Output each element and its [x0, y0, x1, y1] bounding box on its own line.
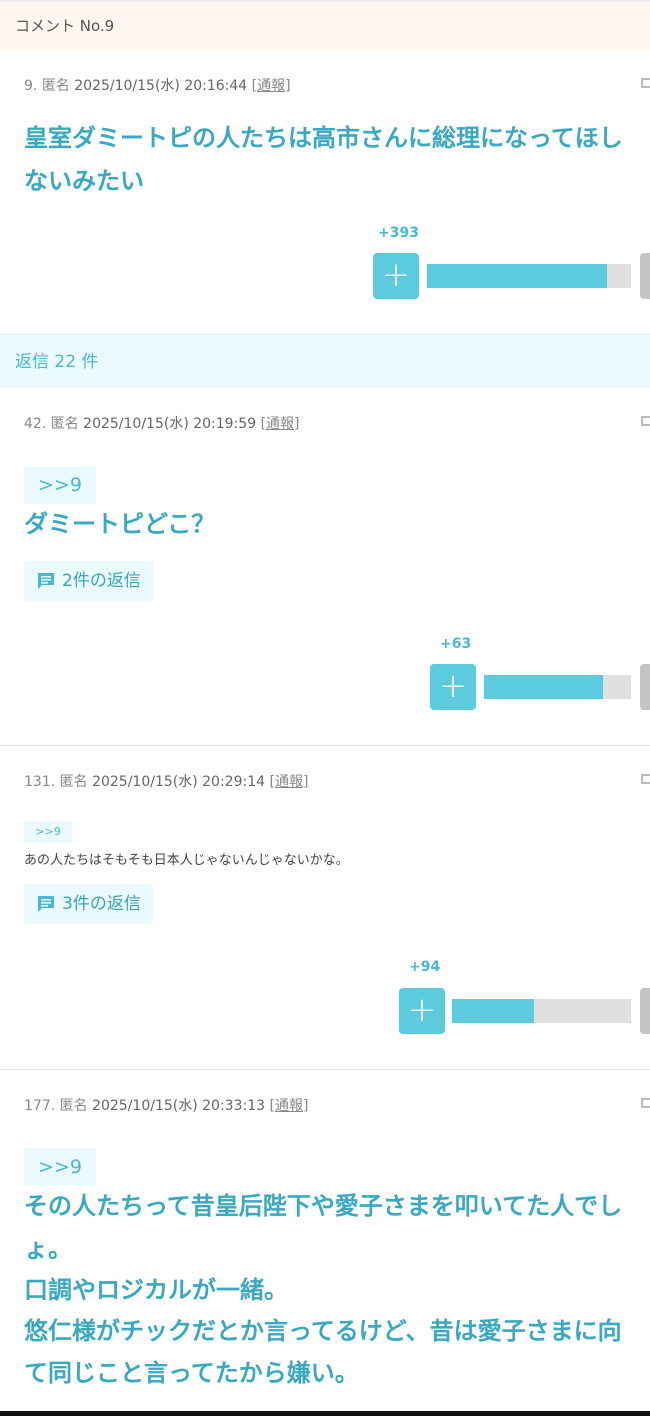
anchor-link[interactable]: >>9 — [24, 1148, 96, 1186]
comment-meta: 42. 匿名 2025/10/15(水) 20:19:59 [通報] — [24, 413, 300, 433]
replies-label: 3件の返信 — [62, 894, 141, 914]
comment-body-line: て同じこと言ってたから嫌い。 — [24, 1359, 359, 1387]
minus-vote-button[interactable] — [640, 253, 650, 299]
report-link[interactable]: [通報] — [261, 416, 300, 432]
comment-date: 2025/10/15(水) 20:19:59 — [83, 416, 257, 432]
plus-vote-button[interactable]: + — [399, 988, 445, 1034]
replies-banner: 返信 22 件 — [0, 334, 650, 388]
vote-bar-fill — [484, 675, 604, 699]
vote-bar — [452, 999, 631, 1023]
anchor-link[interactable]: >>9 — [24, 821, 72, 843]
comment-author: 匿名 — [41, 78, 70, 94]
minus-vote-button[interactable] — [640, 664, 650, 710]
divider — [0, 1069, 650, 1070]
report-link[interactable]: [通報] — [252, 78, 291, 94]
menu-icon[interactable] — [641, 416, 650, 426]
comment-author: 匿名 — [50, 416, 79, 432]
minus-vote-button[interactable] — [640, 988, 650, 1034]
comment-number: 131. — [24, 774, 56, 790]
bottom-edge — [0, 1411, 650, 1416]
comment-icon — [38, 896, 54, 912]
replies-count: 返信 22 件 — [15, 352, 99, 372]
report-link[interactable]: [通報] — [269, 1098, 308, 1114]
page-title: コメント No.9 — [15, 17, 115, 35]
plus-vote-button[interactable]: + — [373, 253, 419, 299]
comment-author: 匿名 — [59, 774, 88, 790]
comment-date: 2025/10/15(水) 20:29:14 — [92, 774, 266, 790]
show-replies-button[interactable]: 3件の返信 — [24, 884, 153, 924]
plus-vote-button[interactable]: + — [430, 664, 476, 710]
comment-body-line: その人たちって昔皇后陛下や愛子さまを叩いてた人でし — [24, 1192, 623, 1220]
comment-body-line: 皇室ダミートピの人たちは高市さんに総理になってほし — [24, 124, 623, 152]
show-replies-button[interactable]: 2件の返信 — [24, 561, 153, 601]
comment-body-line: あの人たちはそもそも日本人じゃないんじゃないかな。 — [24, 853, 349, 868]
comment-author: 匿名 — [59, 1098, 88, 1114]
divider — [0, 745, 650, 746]
comment-number: 42. — [24, 416, 47, 432]
comment-date: 2025/10/15(水) 20:33:13 — [92, 1098, 266, 1114]
comment-meta: 177. 匿名 2025/10/15(水) 20:33:13 [通報] — [24, 1095, 308, 1115]
vote-bar-fill — [427, 264, 607, 288]
vote-count: +94 — [409, 959, 441, 975]
header-bar: コメント No.9 — [0, 0, 650, 50]
vote-count: +63 — [440, 636, 472, 652]
comment-body-line: 悠仁様がチックだとか言ってるけど、昔は愛子さまに向 — [24, 1317, 622, 1345]
menu-icon[interactable] — [641, 774, 650, 784]
vote-count: +393 — [378, 225, 419, 241]
comment-meta: 9. 匿名 2025/10/15(水) 20:16:44 [通報] — [24, 75, 291, 95]
vote-bar — [427, 264, 631, 288]
comment-body-line: ょ。 — [24, 1235, 72, 1263]
vote-bar-fill — [452, 999, 535, 1023]
comment-number: 177. — [24, 1098, 56, 1114]
menu-icon[interactable] — [641, 78, 650, 88]
anchor-link[interactable]: >>9 — [24, 466, 96, 504]
comment-icon — [38, 573, 54, 589]
comment-body-line: ないみたい — [24, 167, 144, 195]
vote-bar — [484, 675, 631, 699]
comment-date: 2025/10/15(水) 20:16:44 — [74, 78, 248, 94]
comment-meta: 131. 匿名 2025/10/15(水) 20:29:14 [通報] — [24, 771, 308, 791]
menu-icon[interactable] — [641, 1098, 650, 1108]
replies-label: 2件の返信 — [62, 571, 141, 591]
comment-number: 9. — [24, 78, 38, 94]
comment-body-line: ダミートピどこ？ — [24, 510, 216, 538]
report-link[interactable]: [通報] — [269, 774, 308, 790]
comment-body-line: 口調やロジカルが一緒。 — [24, 1276, 288, 1304]
